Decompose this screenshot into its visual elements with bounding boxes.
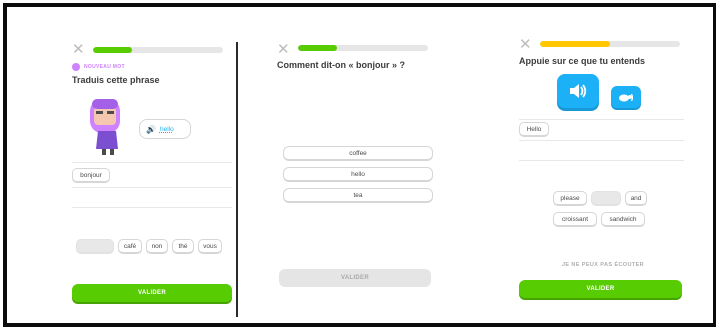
speaker-icon[interactable]: 🔊 — [146, 125, 156, 134]
slow-audio-button[interactable] — [611, 86, 641, 108]
speaker-icon — [570, 84, 587, 98]
submit-button[interactable]: VALIDER — [279, 269, 431, 287]
progress-bar — [298, 45, 428, 51]
turtle-icon — [619, 93, 634, 101]
answer-line-2 — [72, 207, 232, 208]
speech-bubble[interactable]: 🔊 hello — [139, 119, 191, 139]
answer-chip[interactable]: bonjour — [72, 168, 110, 183]
speech-word: hello — [159, 125, 174, 133]
word-chip[interactable]: please — [553, 191, 587, 206]
word-chip[interactable]: sandwich — [601, 212, 645, 227]
close-icon[interactable]: ✕ — [72, 42, 85, 57]
close-icon[interactable]: ✕ — [277, 42, 290, 57]
option-tea[interactable]: tea — [283, 188, 433, 203]
progress-fill — [93, 47, 132, 53]
word-chip[interactable]: and — [625, 191, 647, 206]
page-title: Traduis cette phrase — [72, 75, 160, 85]
progress-bar — [93, 47, 223, 53]
badge-label: NOUVEAU MOT — [84, 64, 125, 70]
word-chip[interactable]: café — [118, 239, 142, 254]
answer-line-1 — [72, 187, 232, 188]
page-title: Appuie sur ce que tu entends — [519, 56, 646, 66]
word-chip[interactable]: vous — [198, 239, 222, 254]
progress-fill — [540, 41, 610, 47]
word-chip[interactable]: thé — [172, 239, 194, 254]
screenshot-frame: ✕ NOUVEAU MOT Traduis cette phrase 🔊 hel… — [3, 3, 716, 327]
progress-bar — [540, 41, 680, 47]
option-hello[interactable]: hello — [283, 167, 433, 182]
answer-line-top — [519, 119, 684, 120]
new-word-badge: NOUVEAU MOT — [72, 63, 125, 71]
screen-listen: ✕ Appuie sur ce que tu entends Hello ple… — [513, 7, 693, 323]
close-icon[interactable]: ✕ — [519, 37, 532, 52]
submit-button[interactable]: VALIDER — [519, 280, 682, 298]
word-bank-slot[interactable] — [76, 239, 114, 254]
play-audio-button[interactable] — [557, 74, 599, 108]
screen-choose: ✕ Comment dit-on « bonjour » ? coffee hel… — [267, 7, 442, 323]
word-chip[interactable]: croissant — [553, 212, 597, 227]
answer-line-2 — [519, 160, 684, 161]
submit-button[interactable]: VALIDER — [72, 284, 232, 302]
divider-left — [236, 42, 238, 317]
word-chip[interactable]: non — [146, 239, 168, 254]
answer-chip[interactable]: Hello — [519, 122, 549, 137]
sparkle-icon — [72, 63, 80, 71]
progress-fill — [298, 45, 337, 51]
cant-listen-link[interactable]: JE NE PEUX PAS ÉCOUTER — [513, 262, 693, 268]
answer-line-1 — [519, 140, 684, 141]
answer-line-top — [72, 162, 232, 163]
page-title: Comment dit-on « bonjour » ? — [277, 60, 405, 70]
option-coffee[interactable]: coffee — [283, 146, 433, 161]
character-illustration — [90, 99, 120, 155]
screen-translate: ✕ NOUVEAU MOT Traduis cette phrase 🔊 hel… — [60, 7, 238, 323]
word-bank-slot[interactable] — [591, 191, 621, 206]
